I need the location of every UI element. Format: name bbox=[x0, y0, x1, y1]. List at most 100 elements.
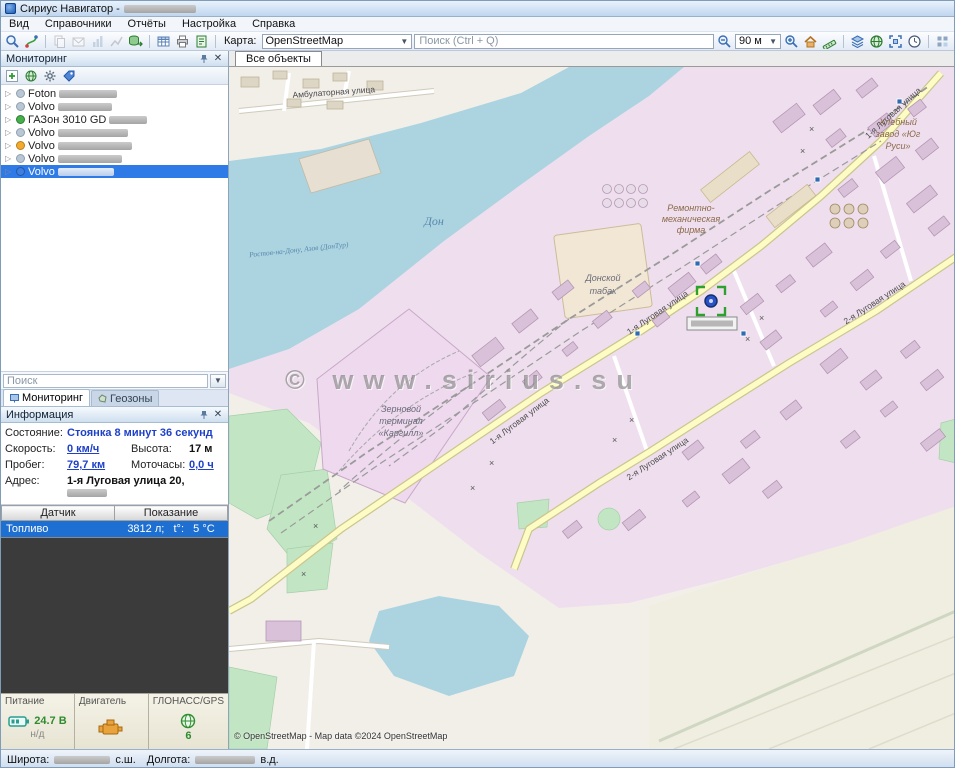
gear-icon[interactable] bbox=[42, 68, 58, 84]
map-canvas[interactable]: ×× ×× ×× ×× ×× Дон Ростов-на-Дону, Азов … bbox=[229, 67, 954, 749]
toolbar-separator bbox=[45, 35, 46, 48]
vehicle-name: Volvo bbox=[28, 127, 55, 139]
table-icon[interactable] bbox=[155, 33, 172, 50]
repair-firm-label: механическая bbox=[662, 214, 720, 224]
longitude-label: Долгота: bbox=[147, 754, 191, 766]
app-window: Сириус Навигатор - Вид Справочники Отчёт… bbox=[0, 0, 955, 768]
globe-icon[interactable] bbox=[868, 33, 885, 50]
close-icon[interactable]: ✕ bbox=[211, 52, 225, 65]
svg-text:×: × bbox=[759, 313, 764, 323]
redacted-text bbox=[691, 321, 733, 327]
sidebar: Мониторинг ✕ ▷ Foton ▷ Volvo ▷ГАЗон 3010 G… bbox=[1, 51, 229, 749]
repair-firm-label: фирма bbox=[677, 225, 706, 235]
zoom-scale-select[interactable]: 90 м ▼ bbox=[735, 34, 781, 49]
expander-icon[interactable]: ▷ bbox=[5, 167, 13, 176]
gauge-engine: Двигатель bbox=[75, 694, 149, 749]
vehicle-name: Volvo bbox=[28, 140, 55, 152]
expander-icon[interactable]: ▷ bbox=[5, 102, 13, 111]
zoom-scale-value: 90 м bbox=[739, 35, 762, 47]
expander-icon[interactable]: ▷ bbox=[5, 154, 13, 163]
chart-icon[interactable] bbox=[89, 33, 106, 50]
tobacco-label: табак bbox=[590, 286, 617, 296]
vehicle-name: Foton bbox=[28, 88, 56, 100]
speed-value[interactable]: 0 км/ч bbox=[67, 443, 131, 455]
database-export-icon[interactable] bbox=[127, 33, 144, 50]
settings-grid-icon[interactable] bbox=[934, 33, 951, 50]
pin-icon[interactable] bbox=[197, 408, 211, 421]
zoom-in-icon[interactable] bbox=[783, 33, 800, 50]
map-provider-select[interactable]: OpenStreetMap ▼ bbox=[262, 34, 413, 49]
tab-monitoring[interactable]: Мониторинг bbox=[3, 389, 90, 406]
vehicle-row[interactable]: ▷Volvo bbox=[1, 100, 228, 113]
vehicle-row[interactable]: ▷ГАЗон 3010 GD bbox=[1, 113, 228, 126]
chevron-down-icon: ▼ bbox=[769, 37, 777, 46]
add-object-icon[interactable] bbox=[4, 68, 20, 84]
title-bar: Сириус Навигатор - bbox=[1, 1, 954, 17]
vehicle-row[interactable]: ▷ Foton bbox=[1, 87, 228, 100]
menu-spravochniki[interactable]: Справочники bbox=[37, 17, 120, 31]
vehicle-row[interactable]: ▷Volvo bbox=[1, 152, 228, 165]
redacted-text bbox=[58, 129, 128, 137]
tab-geozones[interactable]: Геозоны bbox=[91, 390, 159, 406]
vehicle-row[interactable]: ▷ Volvo bbox=[1, 139, 228, 152]
toolbar-search-input[interactable] bbox=[414, 34, 714, 49]
address-label: Адрес: bbox=[5, 475, 67, 487]
sensor-col-header[interactable]: Датчик bbox=[2, 506, 115, 521]
vehicle-row[interactable]: ▷ Volvo bbox=[1, 126, 228, 139]
gauge-gps-title: ГЛОНАСС/GPS bbox=[153, 696, 224, 707]
search-options-icon[interactable]: ▼ bbox=[210, 374, 226, 388]
mileage-value[interactable]: 79,7 км bbox=[67, 459, 131, 471]
hours-value[interactable]: 0,0 ч bbox=[189, 459, 224, 471]
menu-vid[interactable]: Вид bbox=[1, 17, 37, 31]
ruler-icon[interactable] bbox=[821, 33, 838, 50]
menu-nastroika[interactable]: Настройка bbox=[174, 17, 244, 31]
close-icon[interactable]: ✕ bbox=[211, 408, 225, 421]
graph-icon[interactable] bbox=[108, 33, 125, 50]
vehicle-status-icon bbox=[16, 89, 25, 98]
expander-icon[interactable]: ▷ bbox=[5, 141, 13, 150]
gauge-gps: ГЛОНАСС/GPS 6 bbox=[149, 694, 228, 749]
route-icon[interactable] bbox=[23, 33, 40, 50]
vehicle-search-input[interactable] bbox=[3, 374, 208, 388]
app-icon bbox=[5, 3, 16, 14]
pin-icon[interactable] bbox=[197, 52, 211, 65]
sensor-row-selected[interactable]: Топливо 3812 л; t°: 5 °C bbox=[2, 521, 228, 537]
vehicle-row-selected[interactable]: ▷Volvo bbox=[1, 165, 228, 178]
layers-icon[interactable] bbox=[849, 33, 866, 50]
window-title-redacted bbox=[124, 5, 196, 13]
map-area[interactable]: Все объекты bbox=[229, 51, 954, 749]
info-panel-title: Информация bbox=[4, 409, 197, 421]
search-tool-icon[interactable] bbox=[4, 33, 21, 50]
fit-extent-icon[interactable] bbox=[887, 33, 904, 50]
menu-otchety[interactable]: Отчёты bbox=[120, 17, 174, 31]
latitude-value-redacted bbox=[54, 756, 110, 764]
monitoring-panel-title: Мониторинг bbox=[4, 53, 197, 65]
printer-icon[interactable] bbox=[174, 33, 191, 50]
copy-icon[interactable] bbox=[51, 33, 68, 50]
zoom-out-icon[interactable] bbox=[716, 33, 733, 50]
expander-icon[interactable]: ▷ bbox=[5, 115, 13, 124]
mail-icon[interactable] bbox=[70, 33, 87, 50]
monitoring-panel-header: Мониторинг ✕ bbox=[1, 51, 228, 67]
svg-text:×: × bbox=[800, 146, 805, 156]
redacted-text bbox=[58, 168, 114, 176]
sensor-chart-pane bbox=[1, 537, 228, 693]
state-label: Состояние: bbox=[5, 427, 67, 439]
menu-spravka[interactable]: Справка bbox=[244, 17, 303, 31]
svg-text:×: × bbox=[313, 521, 318, 531]
expander-icon[interactable]: ▷ bbox=[5, 89, 13, 98]
home-icon[interactable] bbox=[802, 33, 819, 50]
map-tab-all-objects[interactable]: Все объекты bbox=[235, 51, 322, 66]
tab-monitoring-label: Мониторинг bbox=[22, 392, 83, 404]
report-icon[interactable] bbox=[193, 33, 210, 50]
clock-icon[interactable] bbox=[906, 33, 923, 50]
power-voltage-value: 24.7 В bbox=[34, 715, 66, 727]
value-col-header[interactable]: Показание bbox=[115, 506, 228, 521]
show-on-map-icon[interactable] bbox=[23, 68, 39, 84]
vehicle-status-icon bbox=[16, 167, 25, 176]
vehicle-status-icon bbox=[16, 102, 25, 111]
engine-icon bbox=[98, 717, 124, 737]
tag-icon[interactable] bbox=[61, 68, 77, 84]
expander-icon[interactable]: ▷ bbox=[5, 128, 13, 137]
redacted-text bbox=[58, 142, 132, 150]
